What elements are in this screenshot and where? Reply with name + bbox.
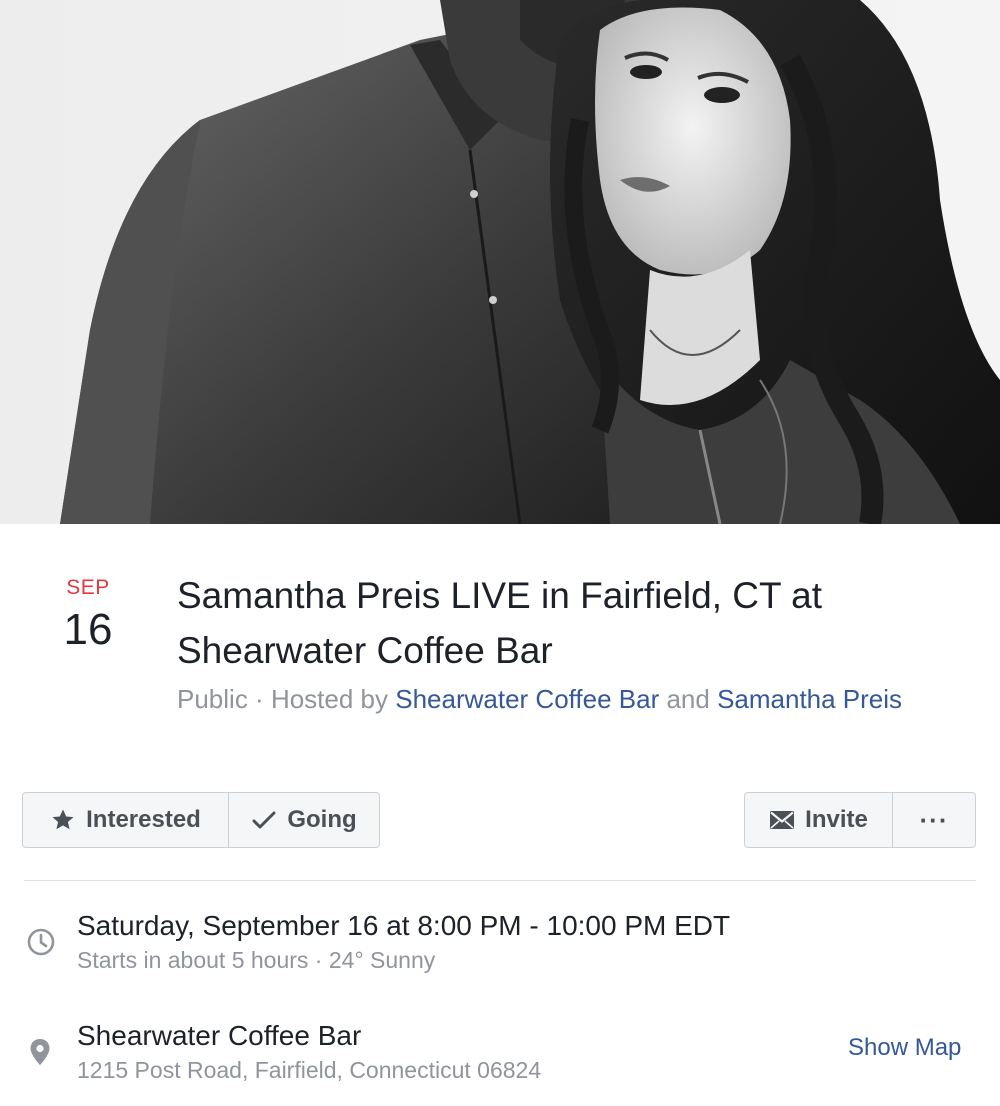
hosted-by-prefix: Hosted by bbox=[270, 684, 396, 714]
map-pin-icon bbox=[28, 1038, 54, 1068]
checkmark-icon bbox=[251, 807, 277, 833]
envelope-icon bbox=[769, 807, 795, 833]
ellipsis-icon: ··· bbox=[919, 805, 949, 835]
event-date-badge: SEP 16 bbox=[40, 575, 136, 655]
section-divider bbox=[24, 880, 976, 881]
event-cover-photo[interactable] bbox=[0, 0, 1000, 524]
event-meta: Public · Hosted by Shearwater Coffee Bar… bbox=[177, 681, 957, 717]
event-title: Samantha Preis LIVE in Fairfield, CT at … bbox=[177, 575, 823, 671]
show-map-link[interactable]: Show Map bbox=[848, 1034, 961, 1062]
more-options-button[interactable]: ··· bbox=[893, 793, 975, 847]
event-privacy: Public bbox=[177, 684, 248, 714]
event-time: Saturday, September 16 at 8:00 PM - 10:0… bbox=[77, 910, 731, 941]
event-date-day: 16 bbox=[63, 605, 113, 654]
invite-label: Invite bbox=[805, 806, 868, 833]
host-link-samantha[interactable]: Samantha Preis bbox=[717, 684, 902, 714]
share-button-group: Invite ··· bbox=[744, 792, 976, 848]
interested-label: Interested bbox=[86, 806, 201, 833]
host-link-shearwater[interactable]: Shearwater Coffee Bar bbox=[395, 684, 659, 714]
event-time-subtext: Starts in about 5 hours · 24° Sunny bbox=[77, 947, 436, 973]
going-label: Going bbox=[287, 806, 357, 833]
host-conjunction: and bbox=[659, 684, 718, 714]
interested-button[interactable]: Interested bbox=[23, 793, 229, 847]
star-icon bbox=[50, 807, 76, 833]
event-date-month: SEP bbox=[66, 576, 110, 599]
meta-separator: · bbox=[247, 684, 271, 714]
location-address: 1215 Post Road, Fairfield, Connecticut 0… bbox=[77, 1057, 542, 1083]
rsvp-button-group: Interested Going bbox=[22, 792, 380, 848]
clock-icon bbox=[26, 927, 56, 957]
cover-photo-image bbox=[0, 0, 1000, 524]
invite-button[interactable]: Invite bbox=[745, 793, 893, 847]
going-button[interactable]: Going bbox=[229, 793, 379, 847]
location-name[interactable]: Shearwater Coffee Bar bbox=[77, 1019, 361, 1053]
